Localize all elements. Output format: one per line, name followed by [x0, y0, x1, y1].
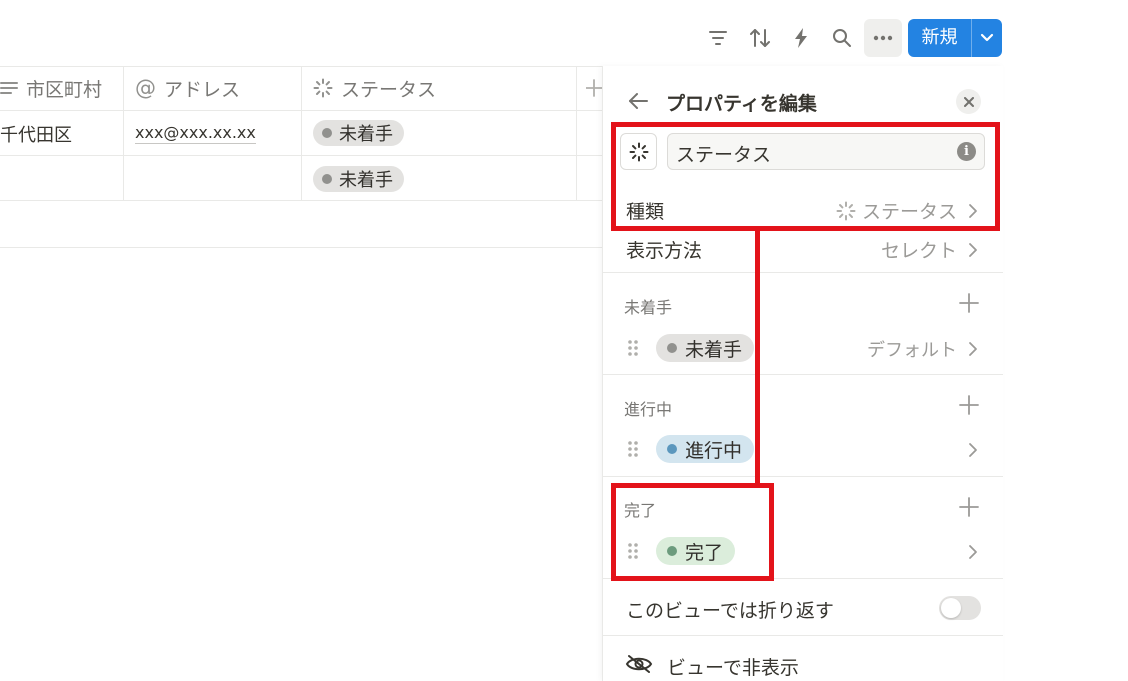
column-divider: [576, 66, 577, 200]
divider: [603, 476, 1003, 477]
default-hint-label: デフォルト: [867, 340, 957, 361]
chevron-right-icon: [969, 242, 977, 257]
status-tag-label: 未着手: [339, 124, 393, 145]
column-divider: [301, 66, 302, 200]
highlight-box-complete: [611, 483, 774, 581]
column-header-city[interactable]: 市区町村: [0, 66, 123, 110]
add-option-icon[interactable]: [958, 496, 980, 518]
table-border-row1: [0, 155, 610, 156]
add-option-icon[interactable]: [958, 292, 980, 314]
status-option-in-progress[interactable]: 進行中: [656, 435, 755, 463]
group-title-in-progress: 進行中: [624, 400, 673, 419]
default-hint[interactable]: デフォルト: [867, 336, 979, 362]
add-column-icon[interactable]: [586, 78, 602, 98]
chevron-down-icon[interactable]: [972, 19, 1002, 57]
chevron-right-icon[interactable]: [967, 544, 979, 560]
more-icon[interactable]: [864, 19, 902, 57]
table-cell-city[interactable]: 千代田区: [0, 121, 72, 147]
close-icon[interactable]: [956, 89, 981, 114]
display-value: セレクト: [881, 236, 979, 263]
sort-icon[interactable]: [746, 24, 774, 52]
eye-slash-icon: [625, 654, 653, 674]
table-border-header: [0, 110, 610, 111]
status-dot: [322, 128, 332, 138]
column-divider: [123, 66, 124, 200]
wrap-label: このビューでは折り返す: [626, 600, 834, 622]
status-dot: [667, 343, 677, 353]
status-option-label: 進行中: [685, 439, 743, 462]
divider: [603, 374, 1003, 375]
hide-in-view-button[interactable]: ビューで非表示: [667, 653, 799, 680]
status-tag[interactable]: 未着手: [313, 120, 404, 146]
chevron-right-icon: [969, 342, 977, 356]
column-header-label: アドレス: [164, 78, 241, 101]
status-dot: [322, 174, 332, 184]
at-sign-icon: @: [135, 76, 156, 100]
text-lines-icon: [0, 80, 18, 96]
automation-icon[interactable]: [787, 24, 815, 52]
drag-handle-icon[interactable]: [627, 440, 639, 458]
search-icon[interactable]: [828, 24, 856, 52]
add-option-icon[interactable]: [958, 394, 980, 416]
back-arrow-icon[interactable]: [627, 92, 649, 110]
highlight-box-type: [611, 122, 1000, 231]
filter-icon[interactable]: [704, 24, 732, 52]
status-tag-label: 未着手: [339, 170, 393, 191]
highlight-connector: [755, 229, 760, 485]
column-header-email[interactable]: @ アドレス: [135, 66, 301, 110]
display-label: 表示方法: [626, 240, 703, 262]
column-header-status[interactable]: ステータス: [313, 66, 576, 110]
column-header-label: ステータス: [341, 78, 437, 101]
divider: [603, 272, 1003, 273]
chevron-right-icon[interactable]: [967, 442, 979, 458]
wrap-toggle[interactable]: [939, 596, 981, 620]
column-header-label: 市区町村: [26, 78, 103, 101]
status-option-label: 未着手: [685, 338, 743, 361]
new-button[interactable]: 新規: [908, 19, 1002, 57]
divider: [603, 635, 1003, 636]
group-title-not-started: 未着手: [624, 298, 673, 317]
toggle-knob: [941, 598, 961, 618]
new-button-label[interactable]: 新規: [908, 19, 971, 57]
table-border-bottom: [0, 247, 610, 248]
status-option-not-started[interactable]: 未着手: [656, 334, 755, 362]
drag-handle-icon[interactable]: [627, 339, 639, 357]
status-dot: [667, 444, 677, 454]
table-cell-email[interactable]: xxx@xxx.xx.xx: [135, 123, 256, 144]
panel-title: プロパティを編集: [666, 93, 817, 115]
table-border-row2: [0, 200, 610, 201]
display-value-label: セレクト: [880, 240, 957, 262]
status-spinner-icon: [313, 78, 333, 98]
status-tag[interactable]: 未着手: [313, 166, 404, 192]
